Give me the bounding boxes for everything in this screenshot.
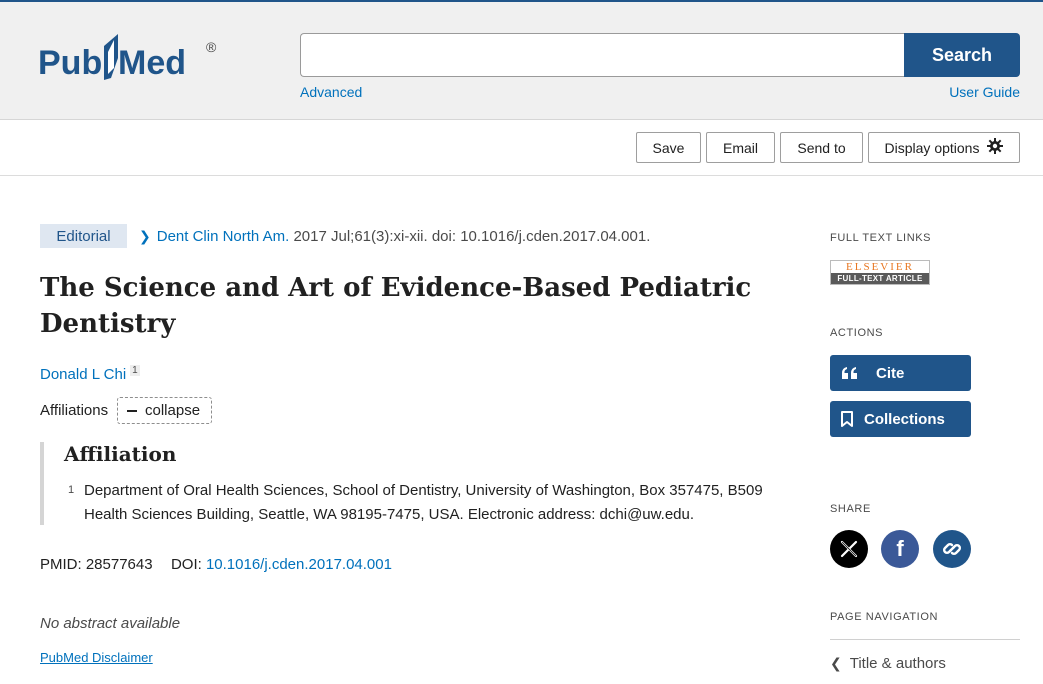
affiliation-ref[interactable]: 1 xyxy=(130,365,140,376)
bookmark-icon xyxy=(830,411,864,427)
cite-button[interactable]: Cite xyxy=(830,355,971,391)
svg-text:Pub: Pub xyxy=(38,44,102,82)
svg-text:Med: Med xyxy=(118,44,186,82)
x-icon[interactable] xyxy=(830,530,868,568)
elsevier-full-text-label: FULL-TEXT ARTICLE xyxy=(831,273,929,284)
chevron-right-icon: ❯ xyxy=(139,228,151,244)
elsevier-full-text-link[interactable]: ELSEVIER FULL-TEXT ARTICLE xyxy=(830,260,930,285)
disclaimer-link[interactable]: PubMed Disclaimer xyxy=(40,650,153,665)
collapse-affiliations-button[interactable]: collapse xyxy=(117,397,213,424)
affiliation-heading: Affiliation xyxy=(64,442,177,466)
header-bar: Pub Med ® Search Advanced User Guide xyxy=(0,0,1043,120)
minus-icon xyxy=(127,409,137,412)
save-label: Save xyxy=(652,139,685,156)
email-label: Email xyxy=(722,139,758,156)
pubmed-logo[interactable]: Pub Med ® xyxy=(38,28,228,90)
email-button[interactable]: Email xyxy=(706,132,775,163)
save-button[interactable]: Save xyxy=(636,132,701,163)
no-abstract-note: No abstract available xyxy=(40,615,181,632)
identifiers-row: PMID: 28577643 DOI: 10.1016/j.cden.2017.… xyxy=(40,556,392,573)
display-options-button[interactable]: Display options xyxy=(868,132,1020,163)
actions-heading: ACTIONS xyxy=(830,327,884,339)
user-guide-link[interactable]: User Guide xyxy=(949,84,1020,100)
journal-link[interactable]: Dent Clin North Am. xyxy=(157,228,290,245)
pmid-label: PMID: xyxy=(40,556,82,573)
display-options-label: Display options xyxy=(884,139,980,156)
nav-item-label: Title & authors xyxy=(849,655,946,672)
author-link[interactable]: Donald L Chi xyxy=(40,366,126,383)
elsevier-logo-text: ELSEVIER xyxy=(846,261,914,273)
affiliation-number: 1 xyxy=(68,484,75,496)
send-to-label: Send to xyxy=(797,139,846,156)
advanced-search-link[interactable]: Advanced xyxy=(300,84,362,100)
citation-line: ❯ Dent Clin North Am. 2017 Jul;61(3):xi-x… xyxy=(139,228,650,245)
doi-label: DOI: xyxy=(170,556,202,573)
quote-icon xyxy=(830,367,870,379)
citation-details: 2017 Jul;61(3):xi-xii. doi: 10.1016/j.cd… xyxy=(293,228,651,245)
collections-button[interactable]: Collections xyxy=(830,401,971,437)
author-entry: Donald L Chi 1 xyxy=(40,365,140,383)
action-toolbar: Save Email Send to Display options xyxy=(0,121,1043,176)
cite-label: Cite xyxy=(876,364,905,382)
full-text-links-heading: FULL TEXT LINKS xyxy=(830,232,932,244)
affiliation-panel: Affiliation 1 Department of Oral Health … xyxy=(40,442,765,525)
facebook-icon[interactable]: f xyxy=(881,530,919,568)
search-input[interactable] xyxy=(300,33,905,77)
link-icon[interactable] xyxy=(933,530,971,568)
page-navigation-heading: PAGE NAVIGATION xyxy=(830,611,939,623)
collapse-label: collapse xyxy=(145,402,201,419)
chevron-left-icon: ❮ xyxy=(830,655,842,671)
article-type-badge: Editorial xyxy=(40,224,127,248)
pmid-value: 28577643 xyxy=(85,556,153,573)
gear-icon xyxy=(987,138,1004,157)
doi-link[interactable]: 10.1016/j.cden.2017.04.001 xyxy=(206,556,392,573)
send-to-button[interactable]: Send to xyxy=(780,132,863,163)
nav-divider xyxy=(830,639,1020,640)
share-heading: SHARE xyxy=(830,503,871,515)
nav-item-title-authors[interactable]: ❮ Title & authors xyxy=(830,655,946,672)
collections-label: Collections xyxy=(864,410,945,428)
article-title: The Science and Art of Evidence-Based Pe… xyxy=(40,273,752,339)
search-button[interactable]: Search xyxy=(904,33,1020,77)
affiliation-text: Department of Oral Health Sciences, Scho… xyxy=(84,482,763,523)
affiliations-label: Affiliations xyxy=(40,402,109,419)
svg-text:®: ® xyxy=(206,39,217,55)
